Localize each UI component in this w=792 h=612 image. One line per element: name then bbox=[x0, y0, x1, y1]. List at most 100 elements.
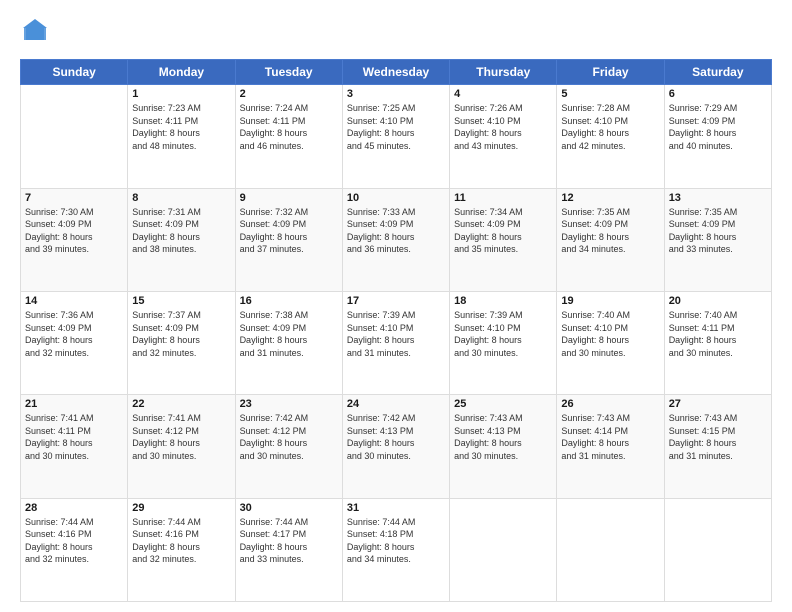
day-number: 12 bbox=[561, 192, 659, 204]
calendar-cell: 20 Sunrise: 7:40 AM Sunset: 4:11 PM Dayli… bbox=[664, 291, 771, 394]
day-number: 7 bbox=[25, 192, 123, 204]
day-number: 15 bbox=[132, 295, 230, 307]
cell-content: Sunrise: 7:42 AM Sunset: 4:13 PM Dayligh… bbox=[347, 412, 445, 462]
calendar-cell bbox=[21, 85, 128, 188]
day-number: 16 bbox=[240, 295, 338, 307]
day-number: 22 bbox=[132, 398, 230, 410]
weekday-header-monday: Monday bbox=[128, 60, 235, 85]
day-number: 20 bbox=[669, 295, 767, 307]
day-number: 26 bbox=[561, 398, 659, 410]
calendar-cell: 23 Sunrise: 7:42 AM Sunset: 4:12 PM Dayli… bbox=[235, 395, 342, 498]
cell-content: Sunrise: 7:41 AM Sunset: 4:11 PM Dayligh… bbox=[25, 412, 123, 462]
calendar-cell: 6 Sunrise: 7:29 AM Sunset: 4:09 PM Daylig… bbox=[664, 85, 771, 188]
cell-content: Sunrise: 7:39 AM Sunset: 4:10 PM Dayligh… bbox=[347, 309, 445, 359]
calendar-cell: 29Sunrise: 7:44 AM Sunset: 4:16 PM Dayli… bbox=[128, 498, 235, 601]
cell-content: Sunrise: 7:24 AM Sunset: 4:11 PM Dayligh… bbox=[240, 102, 338, 152]
calendar-cell: 2 Sunrise: 7:24 AM Sunset: 4:11 PM Daylig… bbox=[235, 85, 342, 188]
calendar-cell: 17 Sunrise: 7:39 AM Sunset: 4:10 PM Dayli… bbox=[342, 291, 449, 394]
cell-content: Sunrise: 7:26 AM Sunset: 4:10 PM Dayligh… bbox=[454, 102, 552, 152]
calendar-row-1: 7 Sunrise: 7:30 AM Sunset: 4:09 PM Daylig… bbox=[21, 188, 772, 291]
cell-content: Sunrise: 7:44 AM Sunset: 4:16 PM Dayligh… bbox=[25, 516, 123, 566]
calendar-table: SundayMondayTuesdayWednesdayThursdayFrid… bbox=[20, 59, 772, 602]
cell-content: Sunrise: 7:34 AM Sunset: 4:09 PM Dayligh… bbox=[454, 206, 552, 256]
weekday-header-friday: Friday bbox=[557, 60, 664, 85]
logo-icon bbox=[22, 18, 48, 49]
cell-content: Sunrise: 7:44 AM Sunset: 4:17 PM Dayligh… bbox=[240, 516, 338, 566]
calendar-cell: 27Sunrise: 7:43 AM Sunset: 4:15 PM Dayli… bbox=[664, 395, 771, 498]
calendar-row-4: 28Sunrise: 7:44 AM Sunset: 4:16 PM Dayli… bbox=[21, 498, 772, 601]
cell-content: Sunrise: 7:44 AM Sunset: 4:18 PM Dayligh… bbox=[347, 516, 445, 566]
day-number: 6 bbox=[669, 88, 767, 100]
calendar-row-2: 14 Sunrise: 7:36 AM Sunset: 4:09 PM Dayli… bbox=[21, 291, 772, 394]
cell-content: Sunrise: 7:40 AM Sunset: 4:11 PM Dayligh… bbox=[669, 309, 767, 359]
day-number: 11 bbox=[454, 192, 552, 204]
calendar-cell bbox=[450, 498, 557, 601]
calendar-cell: 8Sunrise: 7:31 AM Sunset: 4:09 PM Daylig… bbox=[128, 188, 235, 291]
calendar-cell: 19 Sunrise: 7:40 AM Sunset: 4:10 PM Dayli… bbox=[557, 291, 664, 394]
cell-content: Sunrise: 7:30 AM Sunset: 4:09 PM Dayligh… bbox=[25, 206, 123, 256]
day-number: 5 bbox=[561, 88, 659, 100]
day-number: 29 bbox=[132, 502, 230, 514]
cell-content: Sunrise: 7:41 AM Sunset: 4:12 PM Dayligh… bbox=[132, 412, 230, 462]
calendar-cell: 21 Sunrise: 7:41 AM Sunset: 4:11 PM Dayli… bbox=[21, 395, 128, 498]
day-number: 1 bbox=[132, 88, 230, 100]
calendar-cell: 16 Sunrise: 7:38 AM Sunset: 4:09 PM Dayli… bbox=[235, 291, 342, 394]
day-number: 14 bbox=[25, 295, 123, 307]
calendar-cell: 13Sunrise: 7:35 AM Sunset: 4:09 PM Dayli… bbox=[664, 188, 771, 291]
weekday-header-tuesday: Tuesday bbox=[235, 60, 342, 85]
calendar-cell: 28Sunrise: 7:44 AM Sunset: 4:16 PM Dayli… bbox=[21, 498, 128, 601]
calendar-cell: 11 Sunrise: 7:34 AM Sunset: 4:09 PM Dayli… bbox=[450, 188, 557, 291]
day-number: 23 bbox=[240, 398, 338, 410]
calendar-cell: 31 Sunrise: 7:44 AM Sunset: 4:18 PM Dayli… bbox=[342, 498, 449, 601]
cell-content: Sunrise: 7:35 AM Sunset: 4:09 PM Dayligh… bbox=[561, 206, 659, 256]
calendar-cell: 14 Sunrise: 7:36 AM Sunset: 4:09 PM Dayli… bbox=[21, 291, 128, 394]
calendar-cell: 25Sunrise: 7:43 AM Sunset: 4:13 PM Dayli… bbox=[450, 395, 557, 498]
weekday-header-saturday: Saturday bbox=[664, 60, 771, 85]
weekday-header-sunday: Sunday bbox=[21, 60, 128, 85]
cell-content: Sunrise: 7:28 AM Sunset: 4:10 PM Dayligh… bbox=[561, 102, 659, 152]
header bbox=[20, 18, 772, 49]
calendar-cell: 22 Sunrise: 7:41 AM Sunset: 4:12 PM Dayli… bbox=[128, 395, 235, 498]
logo bbox=[20, 18, 48, 49]
page: SundayMondayTuesdayWednesdayThursdayFrid… bbox=[0, 0, 792, 612]
day-number: 21 bbox=[25, 398, 123, 410]
calendar-cell: 15 Sunrise: 7:37 AM Sunset: 4:09 PM Dayli… bbox=[128, 291, 235, 394]
day-number: 4 bbox=[454, 88, 552, 100]
cell-content: Sunrise: 7:31 AM Sunset: 4:09 PM Dayligh… bbox=[132, 206, 230, 256]
day-number: 2 bbox=[240, 88, 338, 100]
day-number: 3 bbox=[347, 88, 445, 100]
calendar-cell: 5 Sunrise: 7:28 AM Sunset: 4:10 PM Daylig… bbox=[557, 85, 664, 188]
calendar-cell: 1 Sunrise: 7:23 AM Sunset: 4:11 PM Daylig… bbox=[128, 85, 235, 188]
day-number: 13 bbox=[669, 192, 767, 204]
calendar-cell: 12 Sunrise: 7:35 AM Sunset: 4:09 PM Dayli… bbox=[557, 188, 664, 291]
day-number: 10 bbox=[347, 192, 445, 204]
cell-content: Sunrise: 7:43 AM Sunset: 4:14 PM Dayligh… bbox=[561, 412, 659, 462]
cell-content: Sunrise: 7:39 AM Sunset: 4:10 PM Dayligh… bbox=[454, 309, 552, 359]
day-number: 31 bbox=[347, 502, 445, 514]
day-number: 30 bbox=[240, 502, 338, 514]
calendar-cell bbox=[557, 498, 664, 601]
cell-content: Sunrise: 7:38 AM Sunset: 4:09 PM Dayligh… bbox=[240, 309, 338, 359]
calendar-cell: 4 Sunrise: 7:26 AM Sunset: 4:10 PM Daylig… bbox=[450, 85, 557, 188]
day-number: 27 bbox=[669, 398, 767, 410]
calendar-cell: 9 Sunrise: 7:32 AM Sunset: 4:09 PM Daylig… bbox=[235, 188, 342, 291]
cell-content: Sunrise: 7:23 AM Sunset: 4:11 PM Dayligh… bbox=[132, 102, 230, 152]
calendar-cell: 10 Sunrise: 7:33 AM Sunset: 4:09 PM Dayli… bbox=[342, 188, 449, 291]
cell-content: Sunrise: 7:37 AM Sunset: 4:09 PM Dayligh… bbox=[132, 309, 230, 359]
cell-content: Sunrise: 7:43 AM Sunset: 4:13 PM Dayligh… bbox=[454, 412, 552, 462]
cell-content: Sunrise: 7:36 AM Sunset: 4:09 PM Dayligh… bbox=[25, 309, 123, 359]
calendar-row-3: 21 Sunrise: 7:41 AM Sunset: 4:11 PM Dayli… bbox=[21, 395, 772, 498]
calendar-cell: 3Sunrise: 7:25 AM Sunset: 4:10 PM Daylig… bbox=[342, 85, 449, 188]
weekday-header-row: SundayMondayTuesdayWednesdayThursdayFrid… bbox=[21, 60, 772, 85]
day-number: 9 bbox=[240, 192, 338, 204]
cell-content: Sunrise: 7:42 AM Sunset: 4:12 PM Dayligh… bbox=[240, 412, 338, 462]
cell-content: Sunrise: 7:32 AM Sunset: 4:09 PM Dayligh… bbox=[240, 206, 338, 256]
day-number: 24 bbox=[347, 398, 445, 410]
day-number: 17 bbox=[347, 295, 445, 307]
cell-content: Sunrise: 7:40 AM Sunset: 4:10 PM Dayligh… bbox=[561, 309, 659, 359]
cell-content: Sunrise: 7:33 AM Sunset: 4:09 PM Dayligh… bbox=[347, 206, 445, 256]
cell-content: Sunrise: 7:29 AM Sunset: 4:09 PM Dayligh… bbox=[669, 102, 767, 152]
day-number: 19 bbox=[561, 295, 659, 307]
weekday-header-thursday: Thursday bbox=[450, 60, 557, 85]
calendar-cell: 18Sunrise: 7:39 AM Sunset: 4:10 PM Dayli… bbox=[450, 291, 557, 394]
